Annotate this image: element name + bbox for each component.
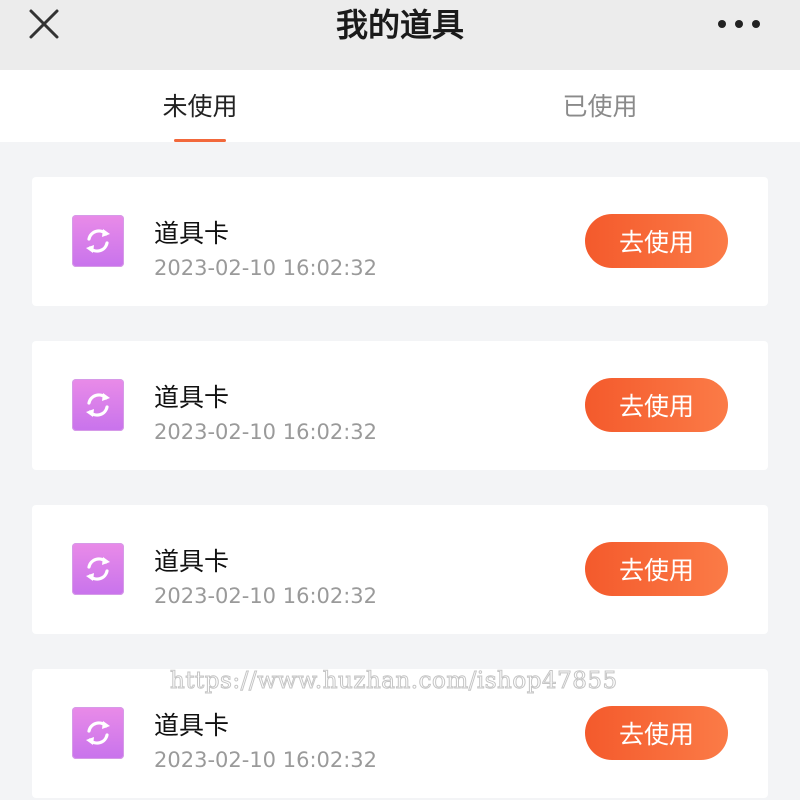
refresh-card-icon xyxy=(72,215,124,267)
page-title: 我的道具 xyxy=(335,6,464,44)
item-timestamp: 2023-02-10 16:02:32 xyxy=(154,584,378,608)
tab-bar: 未使用 已使用 xyxy=(0,70,800,142)
item-timestamp: 2023-02-10 16:02:32 xyxy=(154,256,378,280)
item-title: 道具卡 xyxy=(154,711,230,740)
navigation-bar: 我的道具 xyxy=(0,0,800,70)
item-title: 道具卡 xyxy=(154,219,230,248)
item-timestamp: 2023-02-10 16:02:32 xyxy=(154,748,378,772)
tab-used[interactable]: 已使用 xyxy=(400,70,800,142)
use-button[interactable]: 去使用 xyxy=(585,214,728,268)
more-horizontal-icon xyxy=(718,20,760,28)
refresh-card-icon xyxy=(72,379,124,431)
tab-used-label: 已使用 xyxy=(562,92,638,121)
refresh-card-icon xyxy=(72,543,124,595)
use-button[interactable]: 去使用 xyxy=(585,706,728,760)
tab-unused[interactable]: 未使用 xyxy=(0,70,400,142)
more-button[interactable] xyxy=(712,10,766,38)
list-item: 道具卡 2023-02-10 16:02:32 去使用 xyxy=(32,669,768,798)
list-item: 道具卡 2023-02-10 16:02:32 去使用 xyxy=(32,341,768,470)
list-item: 道具卡 2023-02-10 16:02:32 去使用 xyxy=(32,505,768,634)
item-timestamp: 2023-02-10 16:02:32 xyxy=(154,420,378,444)
use-button[interactable]: 去使用 xyxy=(585,378,728,432)
list-item: 道具卡 2023-02-10 16:02:32 去使用 xyxy=(32,177,768,306)
item-title: 道具卡 xyxy=(154,547,230,576)
item-title: 道具卡 xyxy=(154,383,230,412)
tab-unused-label: 未使用 xyxy=(162,92,238,121)
refresh-card-icon xyxy=(72,707,124,759)
active-tab-indicator xyxy=(174,139,226,142)
use-button[interactable]: 去使用 xyxy=(585,542,728,596)
